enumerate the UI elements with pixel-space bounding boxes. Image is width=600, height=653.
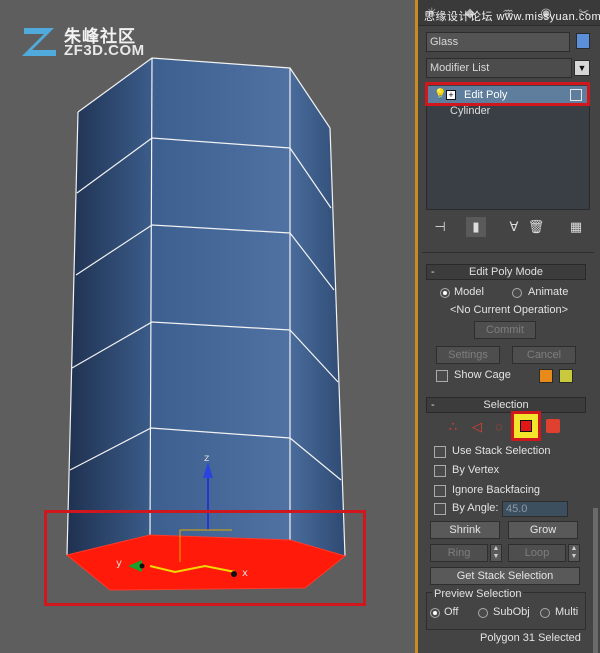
ignore-backfacing-checkbox[interactable] <box>434 485 446 497</box>
ring-spinner[interactable]: ▲ ▼ <box>490 544 502 562</box>
site-watermark: 思缘设计论坛 www.missyuan.com <box>424 11 600 23</box>
panel-scrollbar[interactable] <box>593 508 598 653</box>
use-stack-selection-label: Use Stack Selection <box>452 445 551 457</box>
settings-button[interactable]: Settings <box>436 346 500 364</box>
show-cage-checkbox[interactable] <box>436 370 448 382</box>
by-angle-label: By Angle: <box>452 502 499 514</box>
loop-spinner[interactable]: ▲ ▼ <box>568 544 580 562</box>
polygon-mode-icon[interactable] <box>511 411 541 441</box>
mode-model-label: Model <box>454 286 484 298</box>
cylinder-face-left <box>67 58 152 555</box>
axis-z-label: z <box>204 453 209 464</box>
preview-subobj-radio[interactable] <box>478 608 488 618</box>
edge-mode-icon[interactable]: ◁ <box>468 418 486 436</box>
stack-item-label: Cylinder <box>450 105 491 117</box>
commit-button[interactable]: Commit <box>474 321 536 339</box>
by-angle-checkbox[interactable] <box>434 503 446 515</box>
modifier-list-dropdown[interactable]: Modifier List <box>426 58 572 78</box>
separator <box>422 252 594 253</box>
loop-button[interactable]: Loop <box>508 544 566 562</box>
logo-icon <box>22 28 56 56</box>
ignore-backfacing-label: Ignore Backfacing <box>452 484 541 496</box>
rollout-selection[interactable]: - Selection <box>426 397 586 413</box>
rollout-title: Edit Poly Mode <box>469 266 543 278</box>
annotation-box-stack <box>425 82 590 106</box>
grow-button[interactable]: Grow <box>508 521 578 539</box>
watermark-logo: 朱峰社区 ZF3D.COM <box>18 20 178 64</box>
object-color-swatch[interactable] <box>576 33 590 49</box>
by-vertex-label: By Vertex <box>452 464 500 476</box>
preview-selection-title: Preview Selection <box>432 588 524 600</box>
shrink-button[interactable]: Shrink <box>430 521 500 539</box>
selection-status-text: Polygon 31 Selected <box>480 632 581 644</box>
remove-modifier-icon[interactable]: 🗑 <box>526 217 546 237</box>
rollout-edit-poly-mode[interactable]: - Edit Poly Mode <box>426 264 586 280</box>
mode-animate-radio[interactable] <box>512 288 522 298</box>
get-stack-selection-button[interactable]: Get Stack Selection <box>430 567 580 585</box>
show-end-result-icon[interactable]: ▮ <box>466 217 486 237</box>
command-panel: ✳ ◆ ♒ ◉ ✂ 思缘设计论坛 www.missyuan.com Glass … <box>418 0 600 653</box>
chevron-down-icon[interactable]: ▼ <box>574 60 590 76</box>
command-panel-tabs: ✳ ◆ ♒ ◉ ✂ 思缘设计论坛 www.missyuan.com <box>418 0 600 26</box>
make-unique-icon[interactable]: ∀ <box>504 217 524 237</box>
angle-value-field[interactable]: 45.0 <box>502 501 568 517</box>
mode-model-radio[interactable] <box>440 288 450 298</box>
object-name-field[interactable]: Glass <box>426 32 570 52</box>
rollout-title: Selection <box>483 399 529 411</box>
mode-animate-label: Animate <box>528 286 569 298</box>
current-operation-text: <No Current Operation> <box>450 304 569 316</box>
show-cage-label: Show Cage <box>454 369 511 381</box>
element-mode-icon[interactable] <box>546 419 560 433</box>
cage-color-swatch-2[interactable] <box>559 369 573 383</box>
pin-stack-icon[interactable]: ⊣ <box>430 217 450 237</box>
vertex-mode-icon[interactable]: ∴ <box>444 418 462 436</box>
cage-color-swatch-1[interactable] <box>539 369 553 383</box>
preview-off-label: Off <box>444 606 459 618</box>
configure-modifier-sets-icon[interactable]: ▦ <box>566 217 586 237</box>
border-mode-icon[interactable]: ◌ <box>490 418 508 436</box>
annotation-box-polygon <box>44 510 366 606</box>
use-stack-selection-checkbox[interactable] <box>434 446 446 458</box>
logo-text-en: ZF3D.COM <box>64 42 145 59</box>
preview-multi-label: Multi <box>555 606 579 618</box>
preview-multi-radio[interactable] <box>540 608 550 618</box>
cancel-button[interactable]: Cancel <box>512 346 576 364</box>
preview-subobj-label: SubObj <box>493 606 530 618</box>
preview-off-radio[interactable] <box>430 608 440 618</box>
cylinder-face-mid <box>150 58 290 540</box>
ring-button[interactable]: Ring <box>430 544 488 562</box>
by-vertex-checkbox[interactable] <box>434 465 446 477</box>
stack-toolbar: ⊣ ▮ ∀ 🗑 ▦ <box>426 214 590 240</box>
viewport[interactable]: z y x 朱峰社区 ZF3D.COM <box>0 0 415 653</box>
